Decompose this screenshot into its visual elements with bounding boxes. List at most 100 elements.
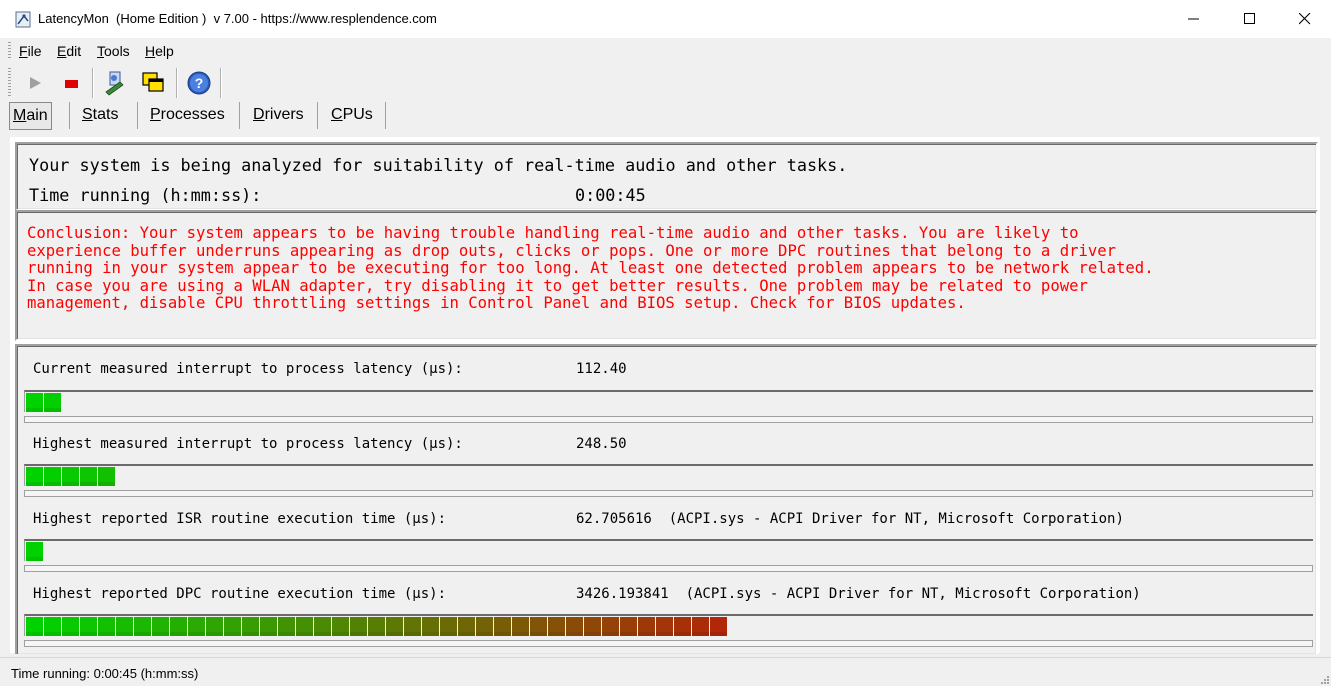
menu-grip[interactable] <box>8 42 11 60</box>
bar-segment <box>368 617 385 636</box>
toolbar-separator <box>92 68 94 98</box>
bar-track <box>24 416 1313 423</box>
tab-cpus[interactable]: CPUs <box>331 102 373 128</box>
bar-segment <box>224 617 241 636</box>
bar-segment <box>710 617 727 636</box>
metric-value: 112.40 <box>576 361 627 377</box>
bar-segment <box>566 617 583 636</box>
toolbar-grip[interactable] <box>8 68 11 96</box>
metric-label: Highest reported ISR routine execution t… <box>33 511 447 527</box>
bar-track <box>24 565 1313 572</box>
help-button[interactable]: ? <box>186 68 212 96</box>
bar-segment <box>26 467 43 486</box>
minimize-icon <box>1188 18 1199 20</box>
svg-text:?: ? <box>195 75 204 91</box>
maximize-button[interactable] <box>1222 0 1278 38</box>
bar-segment <box>98 617 115 636</box>
conclusion-text: Conclusion: Your system appears to be ha… <box>27 224 1154 312</box>
metric-value: 3426.193841 (ACPI.sys - ACPI Driver for … <box>576 586 1141 602</box>
start-button[interactable] <box>22 68 48 96</box>
bar-segment <box>638 617 655 636</box>
tab-separator <box>137 102 138 129</box>
stop-button[interactable] <box>58 68 84 96</box>
tab-stats[interactable]: Stats <box>82 102 118 128</box>
tab-drivers[interactable]: Drivers <box>253 102 304 128</box>
bar-segment <box>422 617 439 636</box>
toolbar: ? <box>0 64 1331 100</box>
bar-segment <box>44 393 61 412</box>
close-button[interactable] <box>1277 0 1331 38</box>
menu-help[interactable]: Help <box>145 43 174 59</box>
menu-tools[interactable]: Tools <box>97 43 130 59</box>
bar-segment <box>548 617 565 636</box>
windows-button[interactable] <box>140 68 166 96</box>
tab-separator <box>317 102 318 129</box>
bar-segment <box>386 617 403 636</box>
tab-main[interactable]: Main <box>9 102 52 130</box>
main-panel: Your system is being analyzed for suitab… <box>10 137 1320 654</box>
stop-icon <box>65 80 78 88</box>
bar-segment <box>62 617 79 636</box>
bar-segment <box>206 617 223 636</box>
bar-segment <box>332 617 349 636</box>
metric-label: Highest measured interrupt to process la… <box>33 436 463 452</box>
tab-bar: Main Stats Processes Drivers CPUs <box>0 100 1331 132</box>
bar-segment <box>26 542 43 561</box>
metric-value: 62.705616 (ACPI.sys - ACPI Driver for NT… <box>576 511 1124 527</box>
window-title: LatencyMon (Home Edition ) v 7.00 - http… <box>38 11 437 26</box>
bar-segment <box>80 617 97 636</box>
conclusion-box: Conclusion: Your system appears to be ha… <box>15 210 1318 341</box>
menu-file[interactable]: File <box>19 43 42 59</box>
bar-segment <box>584 617 601 636</box>
menu-bar: File Edit Tools Help <box>0 38 1331 64</box>
minimize-button[interactable] <box>1166 0 1222 38</box>
metric-value: 248.50 <box>576 436 627 452</box>
bar-segment <box>512 617 529 636</box>
bar-segment <box>530 617 547 636</box>
metrics-box: Current measured interrupt to process la… <box>15 344 1318 654</box>
bar-segment <box>314 617 331 636</box>
toolbar-separator <box>220 68 222 98</box>
latencymon-app-icon <box>15 11 33 29</box>
driver-update-button[interactable] <box>102 68 128 96</box>
tab-processes[interactable]: Processes <box>150 102 225 128</box>
bar-segment <box>458 617 475 636</box>
menu-edit[interactable]: Edit <box>57 43 81 59</box>
status-bar-text: Time running: 0:00:45 (h:mm:ss) <box>11 666 199 681</box>
bar-segment <box>440 617 457 636</box>
bar-segment <box>80 467 97 486</box>
bar-track <box>24 490 1313 497</box>
latency-bar <box>24 539 1313 561</box>
maximize-icon <box>1244 13 1255 24</box>
bar-segment <box>152 617 169 636</box>
resize-grip-icon[interactable] <box>1319 674 1329 684</box>
bar-segment <box>134 617 151 636</box>
bar-segment <box>98 467 115 486</box>
bar-segment <box>170 617 187 636</box>
time-running-label: Time running (h:mm:ss): <box>29 185 262 205</box>
bar-fill <box>26 542 44 561</box>
bar-segment <box>404 617 421 636</box>
bar-segment <box>26 393 43 412</box>
bar-segment <box>188 617 205 636</box>
bar-segment <box>116 617 133 636</box>
bar-segment <box>26 617 43 636</box>
bar-segment <box>296 617 313 636</box>
bar-fill <box>26 617 728 636</box>
status-bar: Time running: 0:00:45 (h:mm:ss) <box>0 657 1331 686</box>
bar-fill <box>26 467 116 486</box>
bar-segment <box>278 617 295 636</box>
bar-segment <box>242 617 259 636</box>
latency-bar <box>24 464 1313 486</box>
bar-fill <box>26 393 62 412</box>
bar-segment <box>494 617 511 636</box>
bar-segment <box>62 467 79 486</box>
driver-update-icon <box>105 71 124 96</box>
bar-segment <box>692 617 709 636</box>
bar-segment <box>656 617 673 636</box>
bar-segment <box>674 617 691 636</box>
tab-separator <box>69 102 70 129</box>
tab-separator <box>385 102 386 129</box>
bar-segment <box>602 617 619 636</box>
latency-bar <box>24 390 1313 412</box>
